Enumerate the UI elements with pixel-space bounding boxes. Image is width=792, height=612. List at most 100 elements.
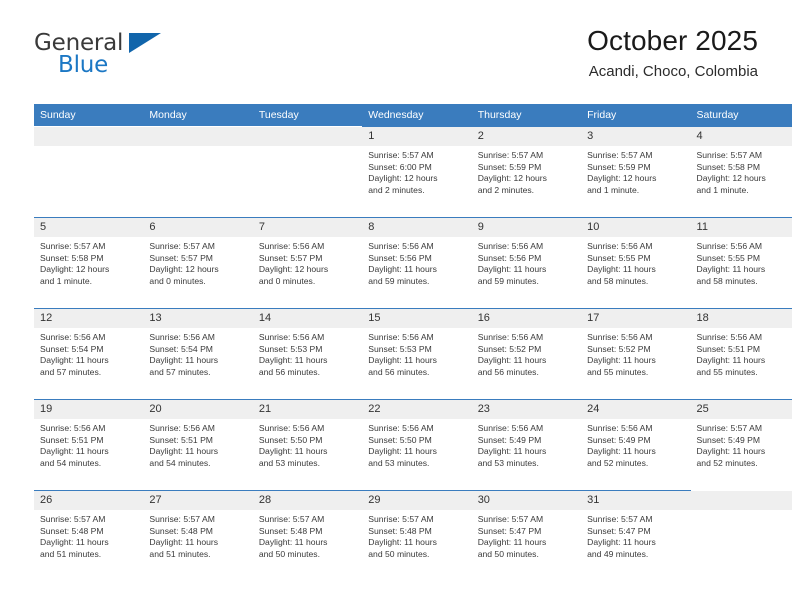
day-number: 8 bbox=[362, 218, 472, 237]
weekday-header-wednesday: Wednesday bbox=[362, 104, 472, 127]
sunset-text: Sunset: 5:57 PM bbox=[149, 252, 213, 263]
daylight-text-line1: Daylight: 11 hours bbox=[696, 355, 766, 366]
calendar-day-cell[interactable]: 1 Sunrise: 5:57 AM Sunset: 6:00 PM Daylight… bbox=[362, 126, 472, 218]
day-details: Sunrise: 5:56 AM Sunset: 5:52 PM Daylight:… bbox=[581, 328, 690, 378]
daylight-text-line1: Daylight: 11 hours bbox=[477, 446, 547, 457]
sunset-text: Sunset: 5:47 PM bbox=[477, 525, 542, 536]
calendar-day-cell[interactable]: 7 Sunrise: 5:56 AM Sunset: 5:57 PM Daylight… bbox=[252, 217, 363, 309]
calendar-day-cell[interactable]: 25 Sunrise: 5:57 AM Sunset: 5:49 PM Dayligh… bbox=[690, 399, 792, 491]
daylight-text-line2: and 0 minutes. bbox=[258, 275, 316, 286]
calendar-cell-empty bbox=[690, 490, 792, 581]
sunrise-text: Sunrise: 5:56 AM bbox=[587, 332, 653, 342]
logo-triangle-icon bbox=[129, 33, 161, 53]
calendar-day-cell[interactable]: 23 Sunrise: 5:56 AM Sunset: 5:49 PM Dayligh… bbox=[471, 399, 582, 491]
sunset-text: Sunset: 5:55 PM bbox=[696, 252, 761, 263]
day-number: 30 bbox=[471, 491, 582, 510]
daylight-text-line2: and 1 minute. bbox=[696, 184, 749, 195]
calendar-day-cell[interactable]: 28 Sunrise: 5:57 AM Sunset: 5:48 PM Dayligh… bbox=[252, 490, 363, 581]
calendar-week-row: 12 Sunrise: 5:56 AM Sunset: 5:54 PM Dayligh… bbox=[34, 308, 792, 400]
day-number: 5 bbox=[34, 218, 144, 237]
day-details: Sunrise: 5:57 AM Sunset: 5:59 PM Daylight:… bbox=[581, 146, 690, 196]
calendar-day-cell[interactable]: 22 Sunrise: 5:56 AM Sunset: 5:50 PM Dayligh… bbox=[362, 399, 472, 491]
day-number: 10 bbox=[581, 218, 691, 237]
day-details: Sunrise: 5:56 AM Sunset: 5:57 PM Daylight:… bbox=[253, 237, 362, 287]
day-details: Sunrise: 5:56 AM Sunset: 5:54 PM Daylight:… bbox=[143, 328, 252, 378]
calendar-day-cell[interactable]: 19 Sunrise: 5:56 AM Sunset: 5:51 PM Dayligh… bbox=[34, 399, 144, 491]
calendar-day-cell[interactable]: 8 Sunrise: 5:56 AM Sunset: 5:56 PM Daylight… bbox=[362, 217, 472, 309]
day-details: Sunrise: 5:57 AM Sunset: 5:48 PM Daylight:… bbox=[253, 510, 362, 560]
sunset-text: Sunset: 5:49 PM bbox=[696, 434, 761, 445]
calendar-day-cell[interactable]: 20 Sunrise: 5:56 AM Sunset: 5:51 PM Dayligh… bbox=[143, 399, 253, 491]
day-details: Sunrise: 5:56 AM Sunset: 5:50 PM Daylight:… bbox=[362, 419, 471, 469]
calendar-page: General Blue October 2025 Acandi, Choco,… bbox=[0, 0, 792, 612]
daylight-text-line1: Daylight: 11 hours bbox=[40, 537, 109, 548]
sunset-text: Sunset: 5:51 PM bbox=[696, 343, 761, 354]
daylight-text-line1: Daylight: 11 hours bbox=[149, 355, 219, 366]
sunset-text: Sunset: 5:58 PM bbox=[40, 252, 104, 263]
calendar-day-cell[interactable]: 6 Sunrise: 5:57 AM Sunset: 5:57 PM Daylight… bbox=[143, 217, 253, 309]
daylight-text-line2: and 53 minutes. bbox=[368, 457, 430, 468]
general-blue-logo[interactable]: General Blue bbox=[34, 32, 264, 94]
daylight-text-line1: Daylight: 12 hours bbox=[40, 264, 110, 275]
day-number: 7 bbox=[252, 218, 363, 237]
daylight-text-line2: and 1 minute. bbox=[40, 275, 93, 286]
sunset-text: Sunset: 5:59 PM bbox=[477, 161, 542, 172]
day-details: Sunrise: 5:56 AM Sunset: 5:56 PM Daylight:… bbox=[472, 237, 581, 287]
day-number: 14 bbox=[252, 309, 363, 328]
day-number: 2 bbox=[471, 127, 582, 146]
calendar-day-cell[interactable]: 29 Sunrise: 5:57 AM Sunset: 5:48 PM Dayligh… bbox=[362, 490, 472, 581]
day-number: 11 bbox=[690, 218, 792, 237]
sunset-text: Sunset: 5:48 PM bbox=[149, 525, 213, 536]
calendar-day-cell[interactable]: 26 Sunrise: 5:57 AM Sunset: 5:48 PM Dayligh… bbox=[34, 490, 144, 581]
weekday-header-thursday: Thursday bbox=[471, 104, 582, 127]
calendar-day-cell[interactable]: 10 Sunrise: 5:56 AM Sunset: 5:55 PM Dayligh… bbox=[581, 217, 691, 309]
calendar-day-cell[interactable]: 18 Sunrise: 5:56 AM Sunset: 5:51 PM Dayligh… bbox=[690, 308, 792, 400]
calendar-day-cell[interactable]: 21 Sunrise: 5:56 AM Sunset: 5:50 PM Dayligh… bbox=[252, 399, 363, 491]
calendar-day-cell[interactable]: 9 Sunrise: 5:56 AM Sunset: 5:56 PM Daylight… bbox=[471, 217, 582, 309]
calendar-day-cell[interactable]: 27 Sunrise: 5:57 AM Sunset: 5:48 PM Dayligh… bbox=[143, 490, 253, 581]
daylight-text-line2: and 56 minutes. bbox=[477, 366, 539, 377]
weekday-header-friday: Friday bbox=[581, 104, 691, 127]
daylight-text-line2: and 0 minutes. bbox=[149, 275, 206, 286]
calendar-day-cell[interactable]: 15 Sunrise: 5:56 AM Sunset: 5:53 PM Dayligh… bbox=[362, 308, 472, 400]
day-details: Sunrise: 5:56 AM Sunset: 5:53 PM Daylight:… bbox=[362, 328, 471, 378]
calendar-day-cell[interactable]: 12 Sunrise: 5:56 AM Sunset: 5:54 PM Dayligh… bbox=[34, 308, 144, 400]
calendar-day-cell[interactable]: 5 Sunrise: 5:57 AM Sunset: 5:58 PM Daylight… bbox=[34, 217, 144, 309]
day-number: 27 bbox=[143, 491, 253, 510]
sunset-text: Sunset: 5:55 PM bbox=[587, 252, 651, 263]
sunset-text: Sunset: 5:50 PM bbox=[368, 434, 432, 445]
calendar-cell-empty bbox=[143, 126, 253, 218]
calendar-day-cell[interactable]: 11 Sunrise: 5:56 AM Sunset: 5:55 PM Dayligh… bbox=[690, 217, 792, 309]
calendar-day-cell[interactable]: 14 Sunrise: 5:56 AM Sunset: 5:53 PM Dayligh… bbox=[252, 308, 363, 400]
day-number: 29 bbox=[362, 491, 472, 510]
day-details: Sunrise: 5:57 AM Sunset: 5:48 PM Daylight:… bbox=[143, 510, 252, 560]
calendar-day-cell[interactable]: 3 Sunrise: 5:57 AM Sunset: 5:59 PM Daylight… bbox=[581, 126, 691, 218]
sunrise-text: Sunrise: 5:56 AM bbox=[149, 423, 215, 433]
sunrise-text: Sunrise: 5:56 AM bbox=[40, 423, 106, 433]
sunrise-text: Sunrise: 5:57 AM bbox=[477, 150, 544, 160]
calendar-cell-empty bbox=[34, 126, 144, 218]
day-details: Sunrise: 5:56 AM Sunset: 5:49 PM Daylight:… bbox=[581, 419, 690, 469]
calendar-day-cell[interactable]: 2 Sunrise: 5:57 AM Sunset: 5:59 PM Daylight… bbox=[471, 126, 582, 218]
daylight-text-line2: and 50 minutes. bbox=[368, 548, 430, 559]
calendar-day-cell[interactable]: 13 Sunrise: 5:56 AM Sunset: 5:54 PM Dayligh… bbox=[143, 308, 253, 400]
sunrise-text: Sunrise: 5:56 AM bbox=[587, 241, 653, 251]
day-details: Sunrise: 5:57 AM Sunset: 5:58 PM Daylight:… bbox=[691, 146, 792, 196]
daylight-text-line1: Daylight: 11 hours bbox=[587, 537, 656, 548]
day-number: 13 bbox=[143, 309, 253, 328]
daylight-text-line2: and 54 minutes. bbox=[40, 457, 102, 468]
daylight-text-line2: and 2 minutes. bbox=[368, 184, 425, 195]
calendar-day-cell[interactable]: 30 Sunrise: 5:57 AM Sunset: 5:47 PM Dayligh… bbox=[471, 490, 582, 581]
day-number: 12 bbox=[34, 309, 144, 328]
calendar-day-cell[interactable]: 17 Sunrise: 5:56 AM Sunset: 5:52 PM Dayligh… bbox=[581, 308, 691, 400]
calendar-day-cell[interactable]: 4 Sunrise: 5:57 AM Sunset: 5:58 PM Daylight… bbox=[690, 126, 792, 218]
calendar-day-cell[interactable]: 24 Sunrise: 5:56 AM Sunset: 5:49 PM Dayligh… bbox=[581, 399, 691, 491]
daylight-text-line1: Daylight: 11 hours bbox=[258, 537, 328, 548]
calendar-day-cell[interactable]: 31 Sunrise: 5:57 AM Sunset: 5:47 PM Dayligh… bbox=[581, 490, 691, 581]
daylight-text-line2: and 56 minutes. bbox=[368, 366, 430, 377]
day-number: 25 bbox=[690, 400, 792, 419]
day-number: 6 bbox=[143, 218, 253, 237]
day-details: Sunrise: 5:57 AM Sunset: 5:58 PM Daylight:… bbox=[34, 237, 143, 287]
day-details: Sunrise: 5:57 AM Sunset: 5:47 PM Daylight:… bbox=[472, 510, 581, 560]
calendar-day-cell[interactable]: 16 Sunrise: 5:56 AM Sunset: 5:52 PM Dayligh… bbox=[471, 308, 582, 400]
